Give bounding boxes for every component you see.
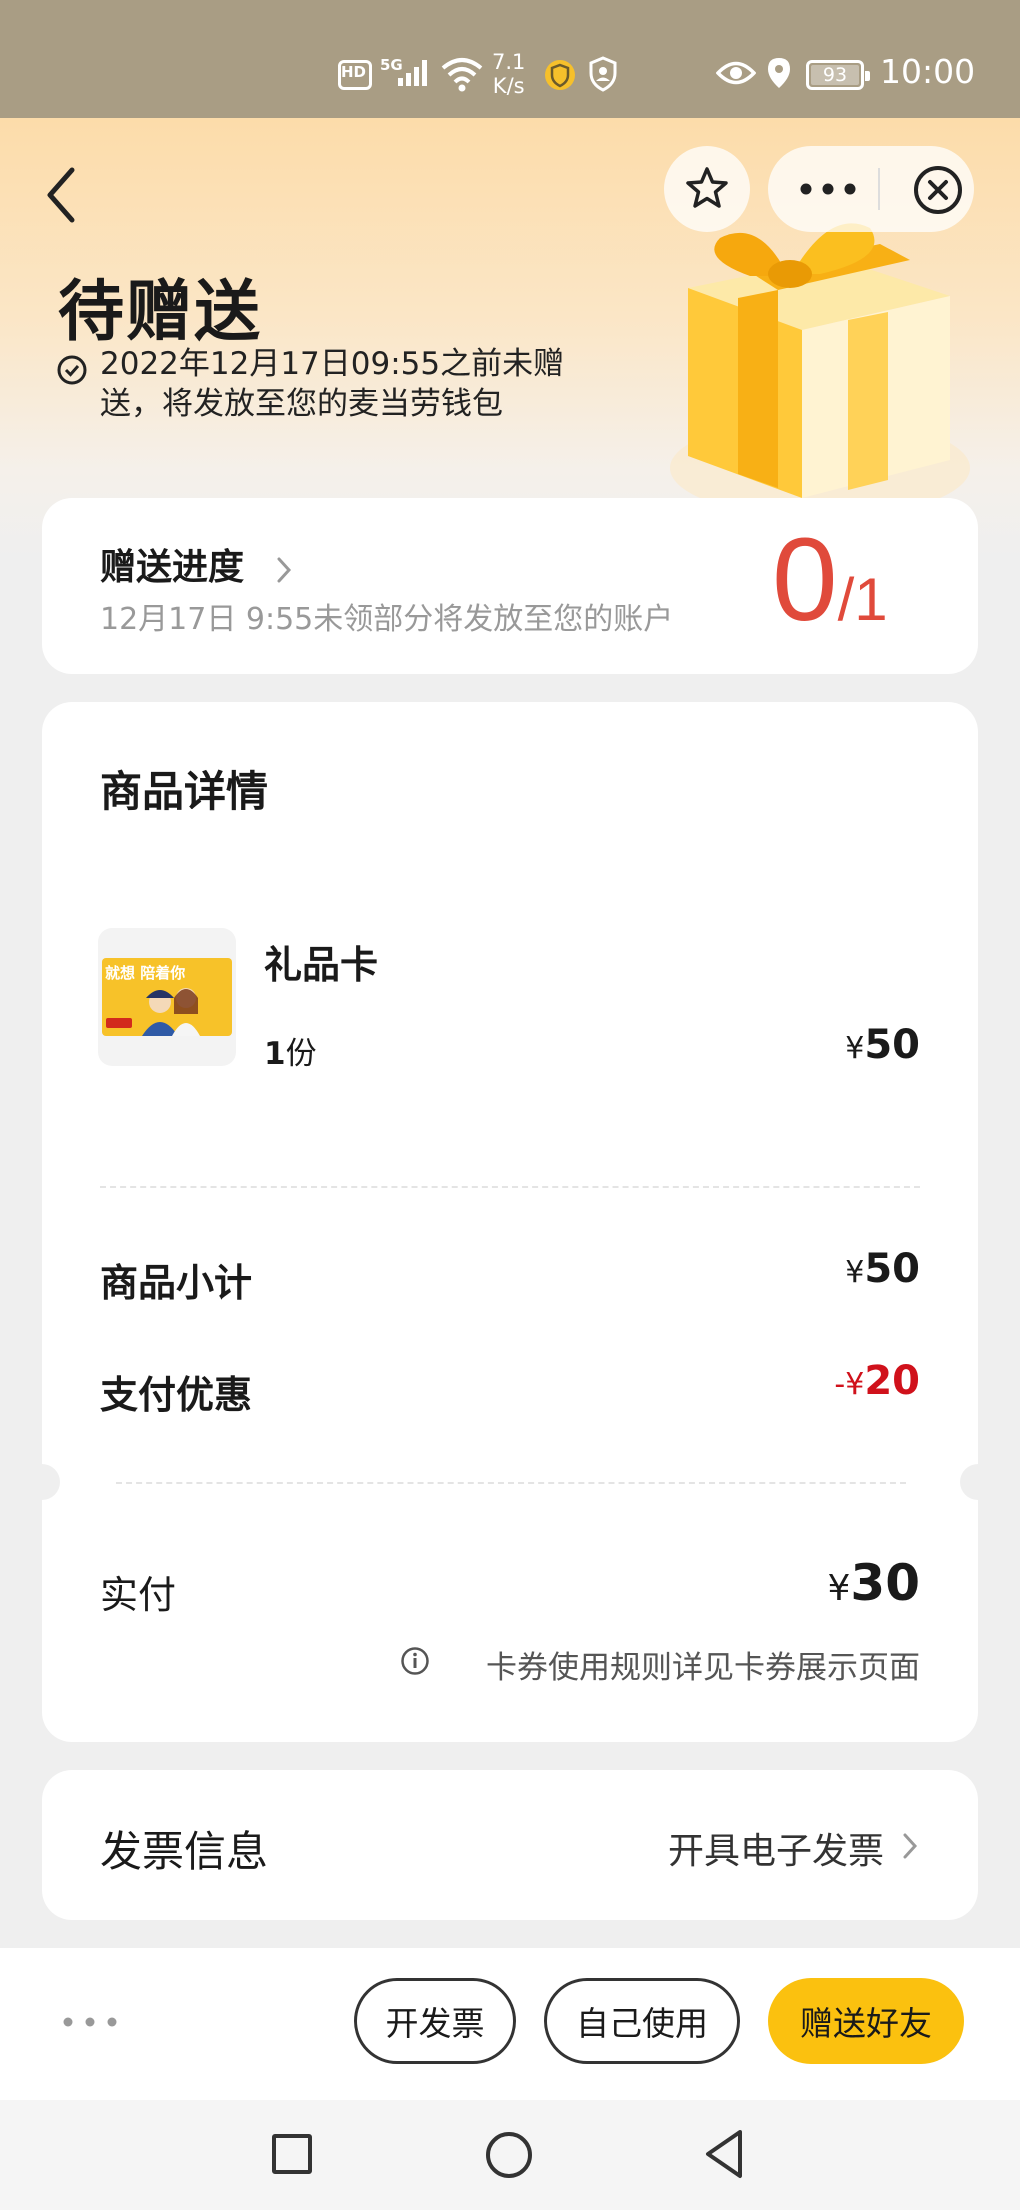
- more-dots-icon: [63, 2017, 117, 2027]
- home-button[interactable]: [486, 2132, 532, 2178]
- eye-comfort-icon: [715, 60, 757, 90]
- product-name: 礼品卡: [264, 943, 379, 987]
- back-button[interactable]: [38, 160, 88, 230]
- system-back-button[interactable]: [702, 2128, 746, 2184]
- subtotal-amount: 50: [864, 1246, 920, 1292]
- more-button[interactable]: [798, 179, 858, 203]
- gift-friend-button[interactable]: 赠送好友: [768, 1978, 964, 2064]
- gift-progress-card[interactable]: 赠送进度 12月17日 9:55未领部分将发放至您的账户 0/1: [42, 498, 978, 674]
- progress-title: 赠送进度: [100, 547, 245, 588]
- divider: [116, 1482, 906, 1484]
- net-speed-unit: K/s: [492, 74, 525, 98]
- currency-symbol: ¥: [827, 1568, 851, 1609]
- gift-deadline-notice: 2022年12月17日09:55之前未赠送，将发放至您的麦当劳钱包: [100, 346, 565, 422]
- chevron-left-icon: [47, 167, 75, 223]
- signal-icon: [396, 58, 432, 92]
- chevron-right-icon: [274, 554, 294, 590]
- triangle-back-icon: [706, 2130, 742, 2178]
- recent-apps-button[interactable]: [272, 2134, 312, 2174]
- gift-card-image: 就想 陪着你: [102, 958, 232, 1036]
- subtotal-label: 商品小计: [100, 1261, 253, 1305]
- paid-amount: 30: [850, 1554, 920, 1612]
- more-actions-button[interactable]: [62, 2014, 118, 2034]
- self-use-button[interactable]: 自己使用: [544, 1978, 740, 2064]
- close-circle-icon: [914, 166, 962, 214]
- progress-total: /1: [837, 566, 888, 633]
- product-price-value: 50: [864, 1022, 920, 1068]
- progress-subtitle: 12月17日 9:55未领部分将发放至您的账户: [100, 602, 674, 637]
- close-button[interactable]: [912, 164, 964, 220]
- battery-indicator: 93: [806, 60, 870, 90]
- mini-program-capsule: [768, 146, 974, 232]
- invoice-value: 开具电子发票: [667, 1831, 884, 1872]
- product-price: ¥50: [845, 1022, 920, 1068]
- paid-value: ¥30: [828, 1554, 921, 1612]
- bottom-action-bar: 开发票 自己使用 赠送好友: [0, 1948, 1020, 2100]
- discount-label: 支付优惠: [100, 1373, 253, 1417]
- privacy-shield-icon: [588, 56, 618, 96]
- net-speed-value: 7.1: [492, 50, 526, 74]
- discount-value: -¥20: [834, 1358, 920, 1404]
- clock: 10:00: [880, 52, 976, 91]
- divider: [100, 1186, 920, 1188]
- product-quantity: 1份: [264, 1028, 317, 1073]
- detail-title: 商品详情: [100, 767, 269, 816]
- star-icon: [686, 167, 728, 208]
- quantity-number: 1: [264, 1036, 286, 1072]
- hd-indicator: HD: [338, 60, 372, 90]
- wifi-icon: [440, 56, 484, 96]
- more-dots-icon: [800, 183, 856, 195]
- ticket-notch-right: [960, 1464, 996, 1500]
- product-detail-card: 商品详情 就想 陪着你 礼品卡 1份 ¥50 商品小计 ¥50 支付优惠 -¥2…: [24, 702, 996, 1742]
- security-shield-icon: [544, 58, 576, 96]
- page-title: 待赠送: [58, 273, 262, 350]
- invoice-card[interactable]: 发票信息 开具电子发票: [42, 1770, 978, 1920]
- subtotal-value: ¥50: [845, 1246, 920, 1292]
- currency-symbol: ¥: [845, 1031, 865, 1066]
- check-circle-icon: [56, 354, 88, 390]
- gift-box-illustration: [660, 198, 970, 518]
- favorite-button[interactable]: [664, 146, 750, 232]
- battery-level: 93: [822, 64, 848, 86]
- chevron-right-icon: [900, 1830, 920, 1866]
- paid-label: 实付: [100, 1573, 177, 1617]
- product-thumbnail[interactable]: 就想 陪着你: [98, 928, 236, 1066]
- issue-invoice-button[interactable]: 开发票: [354, 1978, 516, 2064]
- coupon-rule-note: 卡券使用规则详见卡券展示页面: [486, 1650, 920, 1686]
- status-bar: HD 5G 7.1 K/s 93 10:00: [0, 0, 1020, 118]
- discount-amount: 20: [864, 1358, 920, 1404]
- location-icon: [766, 56, 792, 94]
- net-speed: 7.1 K/s: [492, 50, 525, 98]
- progress-given: 0: [772, 514, 838, 646]
- header: 待赠送 2022年12月17日09:55之前未赠送，将发放至您的麦当劳钱包: [0, 118, 1020, 558]
- ticket-notch-left: [24, 1464, 60, 1500]
- invoice-label: 发票信息: [100, 1827, 269, 1876]
- info-icon: [400, 1646, 430, 1680]
- system-navigation-bar: [0, 2100, 1020, 2210]
- currency-symbol: ¥: [845, 1255, 865, 1290]
- progress-count: 0/1: [772, 510, 888, 650]
- capsule-divider: [878, 168, 880, 210]
- quantity-unit: 份: [285, 1036, 317, 1072]
- discount-symbol: -¥: [834, 1367, 865, 1402]
